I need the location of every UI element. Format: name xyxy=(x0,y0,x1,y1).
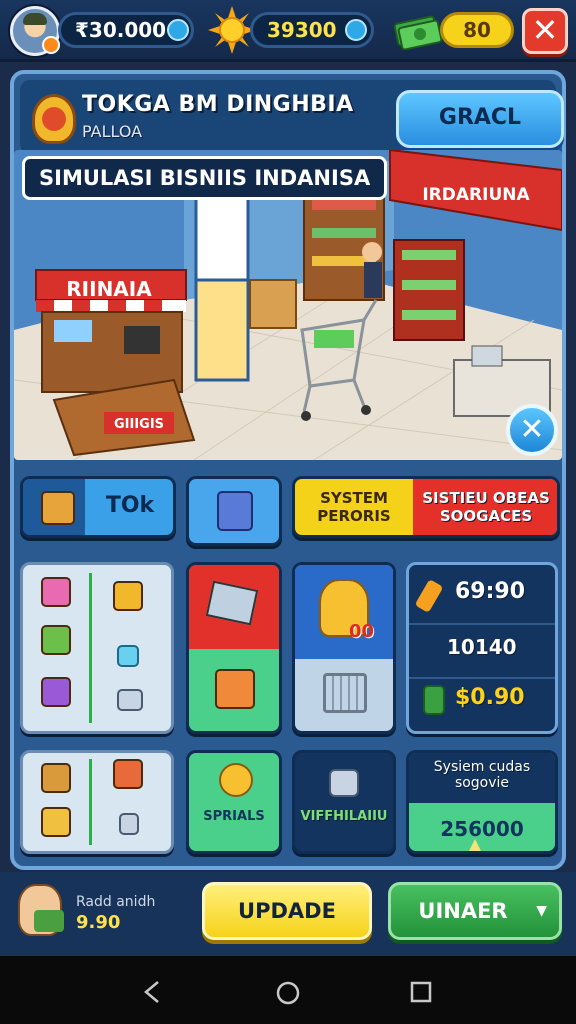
home-circle-icon[interactable] xyxy=(275,980,301,1006)
update-button[interactable]: UPDADE xyxy=(202,882,372,940)
price-stats-card: 69:90 10140 $0.90 xyxy=(406,562,558,734)
top-hud: ₹30.000 39300 80 ✕ xyxy=(0,0,576,62)
cash-value: 80 xyxy=(463,18,491,42)
pencil-icon xyxy=(414,579,444,613)
crate-icon xyxy=(41,491,75,525)
store-title: TOKGA BM DINGHBIA xyxy=(82,92,354,117)
crate-badge: 00 xyxy=(349,621,375,642)
add-energy-icon[interactable] xyxy=(345,19,367,41)
inventory-grid[interactable] xyxy=(20,562,174,734)
cart-icon xyxy=(323,673,367,713)
recents-square-icon[interactable] xyxy=(410,981,432,1003)
item-small-cyan-icon[interactable] xyxy=(117,645,139,667)
close-scene-button[interactable]: ✕ xyxy=(506,404,558,456)
item-box-purple-icon[interactable] xyxy=(41,677,71,707)
bottom-bar: Radd anidh 9.90 UPDADE UINAER ▼ xyxy=(0,872,576,956)
storage-box-4-icon[interactable] xyxy=(119,813,139,835)
back-triangle-icon[interactable] xyxy=(142,980,162,1004)
storage-box-1-icon[interactable] xyxy=(41,763,71,793)
cart-card[interactable]: 00 xyxy=(292,562,396,734)
price-3: $0.90 xyxy=(455,685,525,710)
price-2: 10140 xyxy=(447,635,517,659)
system-info-card[interactable]: Sysiem cudas sogovie 256000 xyxy=(406,750,558,854)
shop-sign-left: RIINAIA xyxy=(66,277,152,301)
system-navigation-bar xyxy=(0,956,576,1024)
mascot-cash-icon xyxy=(34,910,64,932)
product-card[interactable] xyxy=(186,562,282,734)
store-title-bar: TOKGA BM DINGHBIA PALLOA GRACL xyxy=(20,80,564,154)
chevron-down-icon: ▼ xyxy=(536,903,547,919)
uinaer-button[interactable]: UINAER ▼ xyxy=(388,882,562,940)
tok-label: TOk xyxy=(105,493,155,518)
simulation-banner: SIMULASI BISNIIS INDANISA xyxy=(22,156,388,200)
item-box-pink-icon[interactable] xyxy=(41,577,71,607)
shop-sign-right: IRDARIUNA xyxy=(422,185,530,205)
vifh-card[interactable]: VIFFHILAIIU xyxy=(292,750,396,854)
energy-value: 39300 xyxy=(267,18,337,42)
system-tabs: SYSTEM PERORIS SISTIEU OBEAS SOOGACES xyxy=(292,476,560,538)
system-info-title: Sysiem cudas sogovie xyxy=(433,759,531,791)
player-name: Radd anidh xyxy=(76,894,156,910)
sprials-label: SPRIALS xyxy=(203,809,265,824)
tab-tok[interactable]: TOk xyxy=(20,476,176,538)
price-1: 69:90 xyxy=(455,579,526,604)
sun-energy-icon xyxy=(208,6,256,54)
coins-counter: ₹30.000 xyxy=(58,12,194,48)
counter-sign: GIIIGIS xyxy=(114,417,164,432)
system-yellow-tab[interactable]: SYSTEM PERORIS xyxy=(295,489,413,525)
uinaer-label: UINAER xyxy=(418,899,508,923)
system-info-value: 256000 xyxy=(440,817,524,841)
close-button[interactable]: ✕ xyxy=(522,8,568,54)
item-box-yellow-icon[interactable] xyxy=(113,581,143,611)
add-gem-icon[interactable] xyxy=(167,19,189,41)
sprials-card[interactable]: SPRIALS xyxy=(186,750,282,854)
storage-grid[interactable] xyxy=(20,750,174,854)
tab-inventory[interactable] xyxy=(186,476,282,546)
store-subtitle: PALLOA xyxy=(82,122,143,141)
shopping-bag-icon xyxy=(215,669,255,709)
coin-badge-icon xyxy=(42,36,60,54)
jar-icon xyxy=(217,491,253,531)
cash-stack-icon xyxy=(393,15,442,50)
coin-stack-icon xyxy=(219,763,253,797)
item-small-gray-icon[interactable] xyxy=(117,689,143,711)
energy-counter: 39300 xyxy=(250,12,374,48)
item-box-green-icon[interactable] xyxy=(41,625,71,655)
divider xyxy=(89,759,92,845)
storage-box-2-icon[interactable] xyxy=(41,807,71,837)
divider xyxy=(89,573,92,723)
storage-box-3-icon[interactable] xyxy=(113,759,143,789)
store-emblem-icon xyxy=(32,94,76,144)
player-value: 9.90 xyxy=(76,912,121,933)
cursor-icon xyxy=(469,839,481,851)
vifh-label: VIFFHILAIIU xyxy=(300,809,388,824)
cash-counter: 80 xyxy=(440,12,514,48)
gracl-button[interactable]: GRACL xyxy=(396,90,564,148)
scale-icon xyxy=(329,769,359,797)
coins-value: ₹30.000 xyxy=(75,18,167,42)
system-red-tab[interactable]: SISTIEU OBEAS SOOGACES xyxy=(417,489,555,525)
bottle-icon xyxy=(423,685,445,715)
